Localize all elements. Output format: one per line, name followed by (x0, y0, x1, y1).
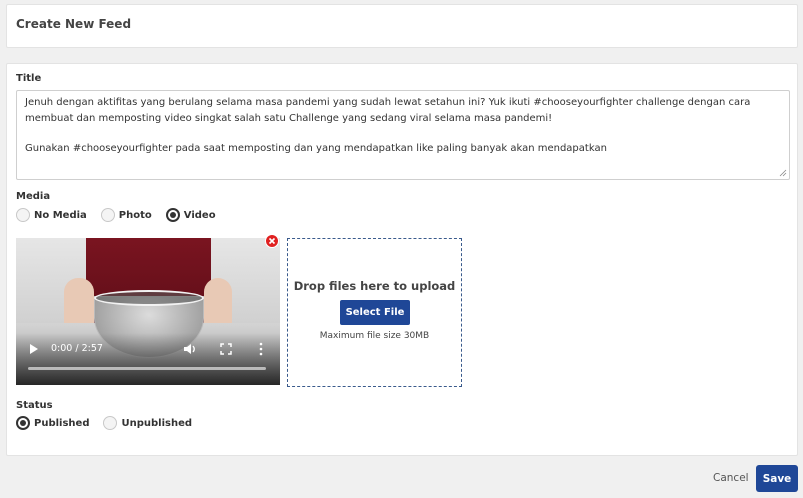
video-frame-bowl-rim (94, 290, 204, 306)
more-options-icon[interactable] (258, 342, 264, 356)
status-option-unpublished[interactable]: Unpublished (103, 416, 192, 430)
media-option-video[interactable]: Video (165, 208, 216, 222)
feed-form: Title Jenuh dengan aktifitas yang berula… (6, 63, 798, 456)
media-radio-group: No Media Photo Video (16, 208, 230, 222)
video-controls-shade (16, 333, 280, 385)
video-time: 0:00 / 2:57 (51, 343, 103, 354)
save-button[interactable]: Save (756, 465, 798, 492)
fullscreen-icon[interactable] (219, 342, 233, 356)
header-card: Create New Feed (6, 4, 798, 48)
radio-video[interactable] (165, 208, 180, 222)
media-label: Media (16, 191, 51, 202)
select-file-button[interactable]: Select File (340, 300, 410, 325)
volume-icon[interactable] (183, 342, 197, 356)
play-icon[interactable] (30, 344, 38, 354)
dropzone-title: Drop files here to upload (293, 279, 456, 293)
radio-unpublished[interactable] (103, 416, 118, 430)
radio-published[interactable] (16, 416, 30, 430)
media-option-no-media[interactable]: No Media (16, 208, 87, 222)
page-title: Create New Feed (16, 17, 132, 31)
radio-label: Photo (118, 209, 152, 221)
resize-grip-icon[interactable] (779, 169, 787, 177)
dropzone-hint: Maximum file size 30MB (319, 331, 430, 341)
title-paragraph: Gunakan #chooseyourfighter pada saat mem… (25, 143, 607, 154)
title-paragraph: Jenuh dengan aktifitas yang berulang sel… (25, 97, 751, 124)
radio-label: Video (183, 209, 216, 221)
video-progress-track[interactable] (28, 367, 266, 370)
video-player[interactable]: 0:00 / 2:57 (16, 238, 280, 385)
upload-dropzone[interactable]: Drop files here to upload Select File Ma… (287, 238, 462, 387)
title-label: Title (16, 73, 42, 84)
radio-label: No Media (34, 209, 87, 221)
title-textarea[interactable]: Jenuh dengan aktifitas yang berulang sel… (16, 90, 790, 180)
remove-video-icon[interactable] (265, 234, 279, 248)
media-option-photo[interactable]: Photo (100, 208, 152, 222)
radio-no-media[interactable] (16, 208, 30, 222)
radio-photo[interactable] (100, 208, 115, 222)
status-radio-group: Published Unpublished (16, 416, 206, 430)
radio-label: Unpublished (121, 417, 193, 429)
radio-label: Published (34, 417, 90, 429)
cancel-button[interactable]: Cancel (713, 472, 749, 484)
status-label: Status (16, 400, 53, 411)
status-option-published[interactable]: Published (16, 416, 89, 430)
